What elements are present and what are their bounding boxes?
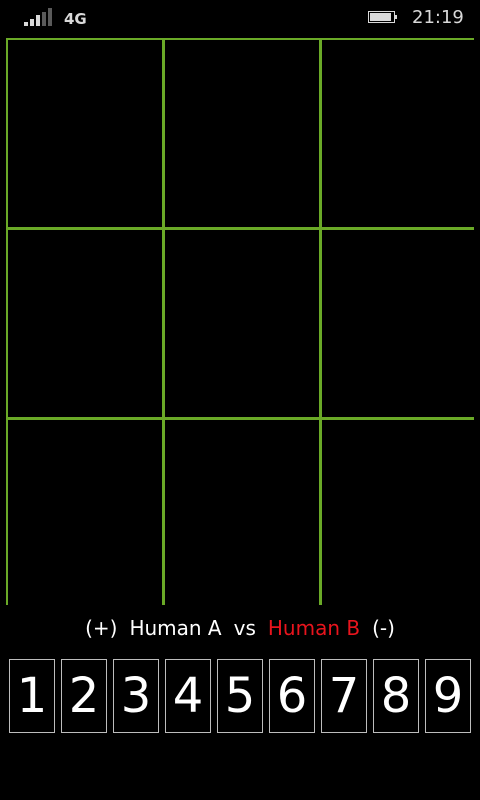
player-b-name: Human B [267,616,361,640]
signal-strength-icon [24,8,54,26]
number-tiles: 1 2 3 4 5 6 7 8 9 [9,659,474,735]
number-tile-6[interactable]: 6 [269,659,315,733]
signal-bar [42,11,46,26]
network-type: 4G [64,10,87,28]
number-tile-1[interactable]: 1 [9,659,55,733]
board-cell-8[interactable] [165,420,319,607]
number-tile-8[interactable]: 8 [373,659,419,733]
board-cell-2[interactable] [165,40,319,227]
board-cell-4[interactable] [8,230,162,417]
number-tile-9[interactable]: 9 [425,659,471,733]
signal-bar [48,8,52,26]
board-cell-7[interactable] [8,420,162,607]
battery-fill [370,13,391,21]
number-tile-7[interactable]: 7 [321,659,367,733]
number-tile-3[interactable]: 3 [113,659,159,733]
number-tile-4[interactable]: 4 [165,659,211,733]
signal-bar [36,15,40,26]
signal-bar [30,18,34,26]
number-tile-5[interactable]: 5 [217,659,263,733]
battery-icon [368,11,397,23]
game-board [6,38,476,607]
battery-tip [395,15,397,19]
board-cell-1[interactable] [8,40,162,227]
number-tile-2[interactable]: 2 [61,659,107,733]
player-a-name: Human A [129,616,222,640]
board-cell-3[interactable] [322,40,476,227]
plus-marker: (+) [85,616,118,640]
status-clock: 21:19 [412,7,464,28]
board-cell-6[interactable] [322,230,476,417]
players-score-line: (+) Human A vs Human B (-) [0,616,480,640]
minus-marker: (-) [372,616,395,640]
status-bar: 4G 21:19 [0,0,480,36]
board-cell-9[interactable] [322,420,476,607]
vs-label: vs [233,616,256,640]
signal-bar [24,22,28,26]
board-cell-5[interactable] [165,230,319,417]
